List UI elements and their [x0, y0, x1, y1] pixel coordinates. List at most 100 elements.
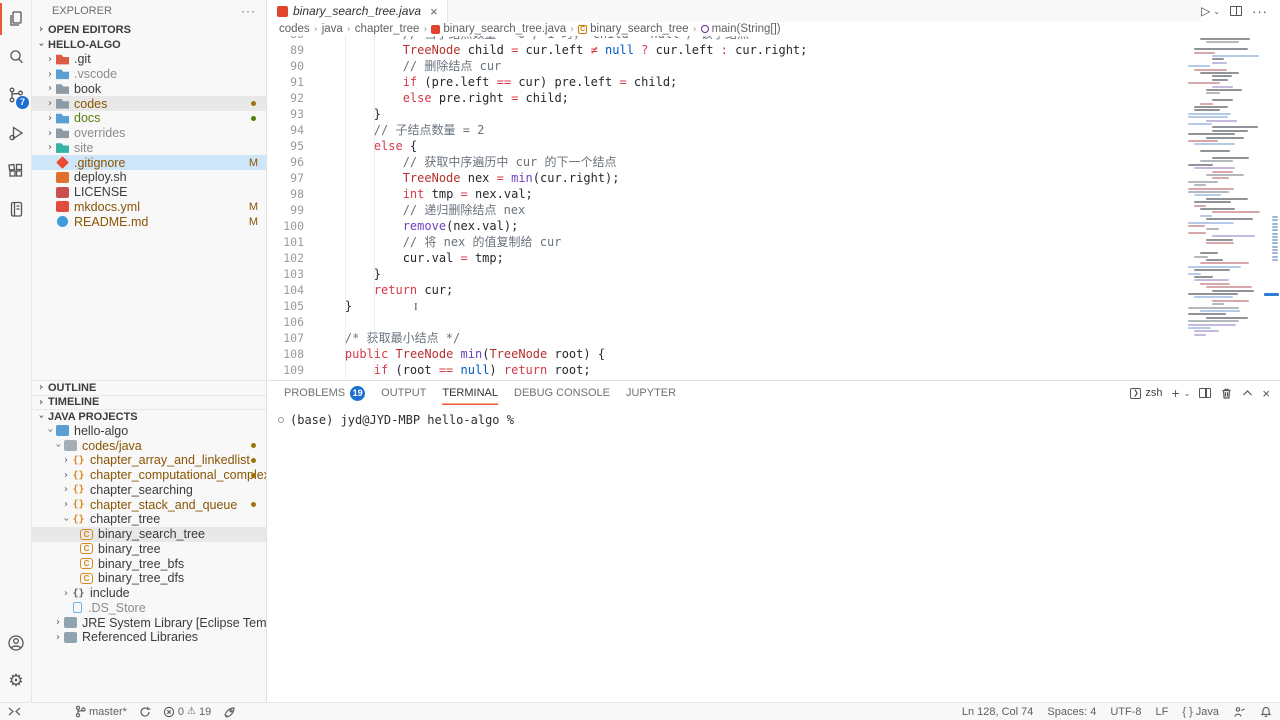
source-control-icon[interactable]: 7 — [0, 76, 32, 114]
tree-item-jre-system-library-eclipse-temurin-17-17-[interactable]: ›JRE System Library [Eclipse Temurin 17 … — [32, 615, 266, 630]
panel-tab-terminal[interactable]: TERMINAL — [442, 381, 498, 405]
sync-icon[interactable] — [139, 706, 151, 718]
cursor-position-status[interactable]: Ln 128, Col 74 — [962, 706, 1034, 718]
run-button[interactable]: ▷ — [1201, 4, 1210, 18]
tree-item-binary-search-tree[interactable]: Cbinary_search_tree — [32, 527, 266, 542]
code-line-99[interactable]: 99 // 递归删除结点 nex — [268, 202, 1185, 218]
explorer-icon[interactable] — [0, 0, 32, 38]
open-editors-section[interactable]: › OPEN EDITORS — [32, 22, 266, 37]
code-line-101[interactable]: 101 // 将 nex 的值复制给 cur — [268, 234, 1185, 250]
language-mode-status[interactable]: { } Java — [1182, 706, 1219, 718]
tree-item-chapter-computational-complexity[interactable]: ›{}chapter_computational_complexity — [32, 468, 266, 483]
terminal-profile-chevron-icon[interactable]: ⌄ — [1184, 389, 1191, 398]
eol-status[interactable]: LF — [1156, 706, 1169, 718]
extensions-icon[interactable] — [0, 152, 32, 190]
minimap[interactable] — [1185, 36, 1262, 378]
tree-item-binary-tree-dfs[interactable]: Cbinary_tree_dfs — [32, 571, 266, 586]
feedback-person-icon[interactable] — [1233, 706, 1246, 718]
split-editor-icon[interactable] — [1230, 6, 1242, 16]
code-editor[interactable]: 88 // 当子结点数量 = 0 / 1 时， child = null / 该… — [268, 36, 1185, 378]
code-line-96[interactable]: 96 // 获取中序遍历中 cur 的下一个结点 — [268, 154, 1185, 170]
breadcrumb-item-java[interactable]: java — [322, 23, 343, 35]
tree-item-include[interactable]: ›{}include — [32, 586, 266, 601]
split-terminal-icon[interactable] — [1199, 388, 1211, 398]
remote-indicator[interactable] — [8, 706, 21, 717]
tree-item--vscode[interactable]: ›.vscode — [32, 67, 266, 82]
new-terminal-icon[interactable]: + — [1172, 385, 1180, 401]
maximize-panel-chevron-up-icon[interactable] — [1242, 389, 1253, 397]
tree-item-codes-java[interactable]: ›codes/java — [32, 438, 266, 453]
problems-status[interactable]: 0 ⚠ 19 — [163, 706, 211, 718]
tree-item-chapter-searching[interactable]: ›{}chapter_searching — [32, 483, 266, 498]
notifications-bell-icon[interactable] — [1260, 705, 1272, 718]
tree-item-docs[interactable]: ›docs — [32, 111, 266, 126]
code-line-95[interactable]: 95 else { — [268, 138, 1185, 154]
tree-item-chapter-stack-and-queue[interactable]: ›{}chapter_stack_and_queue — [32, 497, 266, 512]
code-line-100[interactable]: 100 remove(nex.val); — [268, 218, 1185, 234]
java-rocket-icon[interactable] — [223, 706, 236, 718]
tab-binary-search-tree[interactable]: binary_search_tree.java × — [268, 0, 448, 22]
tree-item-book[interactable]: ›book — [32, 82, 266, 97]
close-panel-icon[interactable]: × — [1262, 386, 1270, 401]
tree-item--git[interactable]: ›.git — [32, 52, 266, 67]
notebook-icon[interactable] — [0, 190, 32, 228]
panel-tab-debug-console[interactable]: DEBUG CONSOLE — [514, 381, 610, 405]
run-dropdown-chevron-icon[interactable]: ⌄ — [1213, 7, 1220, 16]
kill-terminal-trash-icon[interactable] — [1220, 387, 1233, 400]
tree-item-site[interactable]: ›site — [32, 141, 266, 156]
git-branch-status[interactable]: master* — [75, 705, 127, 718]
panel-tab-problems[interactable]: PROBLEMS19 — [284, 381, 365, 405]
tree-item-chapter-tree[interactable]: ›{}chapter_tree — [32, 512, 266, 527]
code-line-89[interactable]: 89 TreeNode child = cur.left ≠ null ? cu… — [268, 42, 1185, 58]
settings-gear-icon[interactable]: ⚙ — [0, 662, 32, 700]
code-line-97[interactable]: 97 TreeNode nex = min(cur.right); — [268, 170, 1185, 186]
tree-item-binary-tree[interactable]: Cbinary_tree — [32, 542, 266, 557]
breadcrumb-item-binary-search-tree[interactable]: Cbinary_search_tree — [578, 23, 688, 35]
code-line-91[interactable]: 91 if (pre.left == cur) pre.left = child… — [268, 74, 1185, 90]
tree-item--ds-store[interactable]: .DS_Store — [32, 601, 266, 616]
run-and-debug-icon[interactable] — [0, 114, 32, 152]
code-line-90[interactable]: 90 // 删除结点 cur — [268, 58, 1185, 74]
java-projects-section[interactable]: › JAVA PROJECTS — [32, 409, 266, 424]
tree-item-license[interactable]: LICENSE — [32, 185, 266, 200]
explorer-more-actions-icon[interactable]: ··· — [241, 4, 256, 18]
code-line-92[interactable]: 92 else pre.right = child; — [268, 90, 1185, 106]
tree-item-readme-md[interactable]: README.mdM — [32, 214, 266, 229]
workspace-root-section[interactable]: › HELLO-ALGO — [32, 37, 266, 52]
code-line-103[interactable]: 103 } — [268, 266, 1185, 282]
editor-more-actions-icon[interactable]: ··· — [1252, 4, 1268, 19]
code-line-93[interactable]: 93 } — [268, 106, 1185, 122]
tree-item-deploy-sh[interactable]: deploy.sh — [32, 170, 266, 185]
code-line-98[interactable]: 98 int tmp = nex.val; — [268, 186, 1185, 202]
encoding-status[interactable]: UTF-8 — [1110, 706, 1141, 718]
panel-tab-output[interactable]: OUTPUT — [381, 381, 426, 405]
tree-item-codes[interactable]: ›codes — [32, 96, 266, 111]
code-line-106[interactable]: 106 — [268, 314, 1185, 330]
tab-close-icon[interactable]: × — [430, 4, 438, 19]
breadcrumb-item-chapter-tree[interactable]: chapter_tree — [355, 23, 420, 35]
tree-item--gitignore[interactable]: .gitignoreM — [32, 155, 266, 170]
code-line-104[interactable]: 104 return cur; — [268, 282, 1185, 298]
tree-item-binary-tree-bfs[interactable]: Cbinary_tree_bfs — [32, 556, 266, 571]
breadcrumb-item-main-string-[interactable]: main(String[]) — [701, 23, 781, 35]
tree-item-chapter-array-and-linkedlist[interactable]: ›{}chapter_array_and_linkedlist — [32, 453, 266, 468]
code-line-102[interactable]: 102 cur.val = tmp; — [268, 250, 1185, 266]
tree-item-referenced-libraries[interactable]: ›Referenced Libraries — [32, 630, 266, 645]
code-line-109[interactable]: 109 if (root == null) return root; — [268, 362, 1185, 378]
outline-section[interactable]: › OUTLINE — [32, 380, 266, 395]
account-icon[interactable] — [0, 624, 32, 662]
terminal-content[interactable]: (base) jyd@JYD-MBP hello-algo % — [278, 413, 514, 427]
timeline-section[interactable]: › TIMELINE — [32, 395, 266, 410]
tree-item-mkdocs-yml[interactable]: mkdocs.ymlM — [32, 200, 266, 215]
terminal-shell-button[interactable]: ❯ zsh — [1130, 387, 1162, 399]
search-icon[interactable] — [0, 38, 32, 76]
breadcrumb-item-binary-search-tree-java[interactable]: binary_search_tree.java — [431, 23, 566, 35]
panel-tab-jupyter[interactable]: JUPYTER — [626, 381, 676, 405]
code-line-107[interactable]: 107 /* 获取最小结点 */ — [268, 330, 1185, 346]
breadcrumb-item-codes[interactable]: codes — [279, 23, 310, 35]
code-line-94[interactable]: 94 // 子结点数量 = 2 — [268, 122, 1185, 138]
tree-item-overrides[interactable]: ›overrides — [32, 126, 266, 141]
code-line-108[interactable]: 108 public TreeNode min(TreeNode root) { — [268, 346, 1185, 362]
indentation-status[interactable]: Spaces: 4 — [1047, 706, 1096, 718]
code-line-105[interactable]: 105 } — [268, 298, 1185, 314]
